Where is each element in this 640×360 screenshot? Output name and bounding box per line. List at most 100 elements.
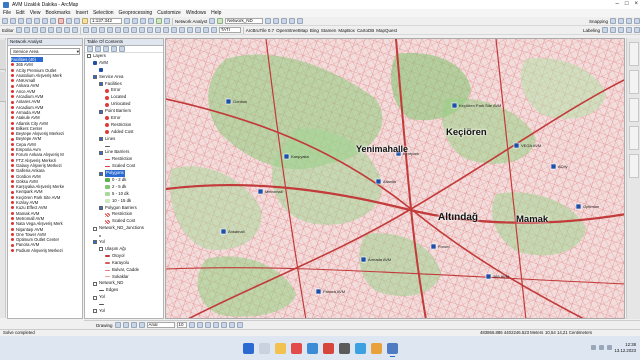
- toc-layer-row[interactable]: Located: [85, 94, 163, 101]
- file-explorer-icon[interactable]: [274, 342, 286, 354]
- menu-item-geoprocessing[interactable]: Geoprocessing: [119, 10, 153, 16]
- toc-layer-row[interactable]: Edges: [85, 287, 163, 294]
- close-icon[interactable]: ×: [634, 1, 638, 7]
- georef-layer-select[interactable]: TATI: [218, 27, 241, 33]
- osm-menu[interactable]: OpenStreetMap: [276, 28, 308, 33]
- avm-marker-icon[interactable]: [375, 178, 382, 185]
- font-color-icon[interactable]: [212, 322, 219, 328]
- toc-layer-row[interactable]: 10 - 15 dk: [85, 198, 163, 205]
- underline-icon[interactable]: [204, 322, 211, 328]
- layer-visibility-checkbox[interactable]: [93, 295, 97, 300]
- menu-item-file[interactable]: File: [3, 10, 11, 16]
- menu-item-view[interactable]: View: [30, 10, 41, 16]
- toc-layer-row[interactable]: Lines: [85, 136, 163, 143]
- toc-layer-row[interactable]: [85, 67, 163, 74]
- select-elements-icon[interactable]: [114, 322, 121, 328]
- label-weight-icon[interactable]: [618, 27, 624, 33]
- clear-selection-icon[interactable]: [154, 27, 161, 33]
- start-icon[interactable]: [242, 342, 254, 354]
- cut-icon[interactable]: [34, 18, 40, 24]
- menu-item-bookmarks[interactable]: Bookmarks: [45, 10, 70, 16]
- toc-layer-row[interactable]: Karayolu: [85, 260, 163, 267]
- time-slider-icon[interactable]: [210, 27, 217, 33]
- rotate-icon[interactable]: [55, 27, 62, 33]
- line-color-icon[interactable]: [228, 322, 235, 328]
- search-taskbar-icon[interactable]: [258, 342, 270, 354]
- layer-visibility-checkbox[interactable]: [99, 109, 103, 114]
- toc-layer-row[interactable]: Yol: [85, 294, 163, 301]
- maximize-icon[interactable]: □: [625, 1, 629, 7]
- app-icon[interactable]: [290, 342, 302, 354]
- fill-color-icon[interactable]: [220, 322, 227, 328]
- network-analyst-label[interactable]: Network Analyst: [175, 19, 207, 24]
- layer-visibility-checkbox[interactable]: [99, 137, 103, 142]
- taskbar-clock[interactable]: 12:38 13.12.2023: [614, 342, 636, 354]
- select-features-icon[interactable]: [146, 27, 153, 33]
- facility-item[interactable]: Podium Alışveriş Merkezi: [11, 248, 82, 253]
- toc-layer-row[interactable]: Network_ND: [85, 280, 163, 287]
- na-solve-icon[interactable]: [217, 18, 224, 24]
- na-directions-icon[interactable]: [281, 18, 288, 24]
- toc-layer-row[interactable]: 2 - 5 dk: [85, 184, 163, 191]
- list-by-selection-icon[interactable]: [111, 46, 117, 52]
- bing-menu[interactable]: Bing: [310, 28, 319, 33]
- toc-layer-row[interactable]: Polygon Barriers: [85, 205, 163, 212]
- text-tool-icon[interactable]: [138, 322, 145, 328]
- editor-label[interactable]: Editor: [2, 28, 14, 33]
- toc-layer-row[interactable]: Error: [85, 87, 163, 94]
- minimize-icon[interactable]: –: [616, 1, 619, 7]
- next-extent-icon[interactable]: [138, 27, 145, 33]
- menu-item-insert[interactable]: Insert: [75, 10, 88, 16]
- na-properties-icon[interactable]: [273, 18, 280, 24]
- find-icon[interactable]: [178, 27, 185, 33]
- list-by-drawing-order-icon[interactable]: [87, 46, 93, 52]
- toc-layer-row[interactable]: Point Barriers: [85, 108, 163, 115]
- rotate-element-icon[interactable]: [122, 322, 129, 328]
- lock-labels-icon[interactable]: [626, 27, 632, 33]
- label-priority-icon[interactable]: [610, 27, 616, 33]
- avm-marker-icon[interactable]: [257, 188, 264, 195]
- fixed-zoom-in-icon[interactable]: [114, 27, 121, 33]
- hyperlink-icon[interactable]: [194, 27, 201, 33]
- wifi-icon[interactable]: [591, 345, 596, 350]
- na-build-icon[interactable]: [289, 18, 296, 24]
- toc-layer-row[interactable]: Otoyol: [85, 253, 163, 260]
- list-by-source-icon[interactable]: [95, 46, 101, 52]
- sketch-properties-icon[interactable]: [71, 27, 78, 33]
- na-window-icon[interactable]: [265, 18, 272, 24]
- avm-marker-icon[interactable]: [513, 142, 520, 149]
- toc-layer-row[interactable]: Ulaşım Ağı: [85, 246, 163, 253]
- label-manager-icon[interactable]: [602, 27, 608, 33]
- na-new-analysis-icon[interactable]: [209, 18, 216, 24]
- toc-layer-row[interactable]: Scaled Cost: [85, 218, 163, 225]
- python-icon[interactable]: [164, 18, 170, 24]
- snap-edge-icon[interactable]: [634, 18, 640, 24]
- html-popup-icon[interactable]: [202, 27, 209, 33]
- app-icon[interactable]: [338, 342, 350, 354]
- dock-tab-arctoolbox[interactable]: [629, 98, 639, 122]
- menu-item-customize[interactable]: Customize: [157, 10, 181, 16]
- toc-layer-row[interactable]: [85, 301, 163, 308]
- identify-icon[interactable]: [170, 27, 177, 33]
- toc-layer-row[interactable]: AVM: [85, 60, 163, 67]
- map-view[interactable]: Keçiören Park Site AVM VEGA AVM Karşıyaka G…: [165, 38, 625, 319]
- delete-icon[interactable]: [58, 18, 64, 24]
- app-icon[interactable]: [370, 342, 382, 354]
- toc-layer-row[interactable]: Line Barriers: [85, 149, 163, 156]
- paste-icon[interactable]: [50, 18, 56, 24]
- layer-visibility-checkbox[interactable]: [93, 281, 97, 286]
- toc-layer-row[interactable]: Error: [85, 115, 163, 122]
- arcbrutile-menu[interactable]: ArcBruTile 0.7: [246, 28, 274, 33]
- toc-layer-row[interactable]: Added Cost: [85, 129, 163, 136]
- avm-marker-icon[interactable]: [550, 163, 557, 170]
- zoom-in-icon[interactable]: [82, 27, 89, 33]
- layer-visibility-checkbox[interactable]: [87, 54, 91, 59]
- dock-tab-create-features[interactable]: [629, 154, 639, 178]
- save-icon[interactable]: [18, 18, 24, 24]
- split-icon[interactable]: [47, 27, 54, 33]
- menu-item-selection[interactable]: Selection: [93, 10, 114, 16]
- stamen-menu[interactable]: Stamen: [321, 28, 337, 33]
- arctoolbox-icon[interactable]: [156, 18, 162, 24]
- previous-extent-icon[interactable]: [130, 27, 137, 33]
- open-icon[interactable]: [10, 18, 16, 24]
